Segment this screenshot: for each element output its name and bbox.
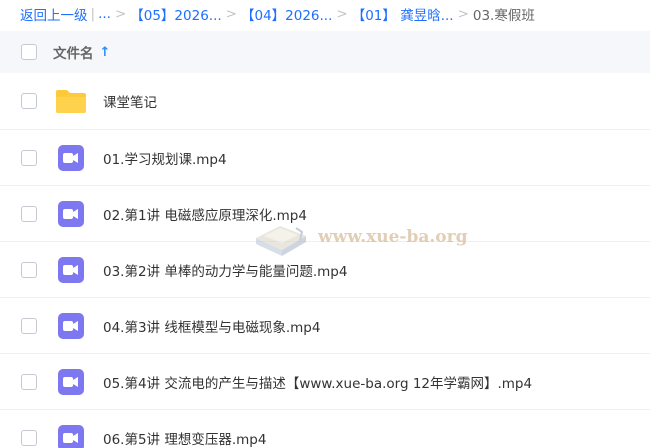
list-item[interactable]: 06.第5讲 理想变压器.mp4 <box>0 410 650 448</box>
video-file-icon <box>58 145 84 171</box>
filename-column-header[interactable]: 文件名 ↑ <box>53 42 111 63</box>
breadcrumb-ellipsis[interactable]: ... <box>98 6 111 22</box>
filename-header-label: 文件名 <box>53 46 94 62</box>
video-file-icon <box>58 257 84 283</box>
video-file-icon <box>58 201 84 227</box>
breadcrumb-item-04[interactable]: 【04】2026... <box>241 4 332 24</box>
breadcrumb-separator: > <box>225 6 237 22</box>
list-item[interactable]: 课堂笔记 <box>0 73 650 130</box>
breadcrumb: 返回上一级 | ... > 【05】2026... > 【04】2026... … <box>0 0 650 28</box>
video-file-icon <box>58 313 84 339</box>
file-name[interactable]: 05.第4讲 交流电的产生与描述【www.xue-ba.org 12年学霸网】.… <box>103 372 532 392</box>
file-list: 课堂笔记 01.学习规划课.mp4 02.第1讲 电磁感应原理深化.mp4 03… <box>0 73 650 448</box>
file-name[interactable]: 02.第1讲 电磁感应原理深化.mp4 <box>103 204 307 224</box>
file-browser: 返回上一级 | ... > 【05】2026... > 【04】2026... … <box>0 0 650 448</box>
breadcrumb-item-05[interactable]: 【05】2026... <box>130 4 221 24</box>
file-name[interactable]: 01.学习规划课.mp4 <box>103 148 227 168</box>
list-item[interactable]: 03.第2讲 单棒的动力学与能量问题.mp4 <box>0 242 650 298</box>
sort-ascending-icon[interactable]: ↑ <box>100 45 111 60</box>
row-checkbox[interactable] <box>21 318 37 334</box>
file-name[interactable]: 03.第2讲 单棒的动力学与能量问题.mp4 <box>103 260 347 280</box>
file-list-header: 文件名 ↑ <box>0 31 650 73</box>
list-item[interactable]: 05.第4讲 交流电的产生与描述【www.xue-ba.org 12年学霸网】.… <box>0 354 650 410</box>
row-checkbox[interactable] <box>21 150 37 166</box>
list-item[interactable]: 01.学习规划课.mp4 <box>0 130 650 186</box>
file-name[interactable]: 课堂笔记 <box>103 91 157 111</box>
row-checkbox[interactable] <box>21 206 37 222</box>
file-name[interactable]: 06.第5讲 理想变压器.mp4 <box>103 428 266 448</box>
list-item[interactable]: 04.第3讲 线框模型与电磁现象.mp4 <box>0 298 650 354</box>
file-name[interactable]: 04.第3讲 线框模型与电磁现象.mp4 <box>103 316 320 336</box>
breadcrumb-separator: > <box>336 6 348 22</box>
video-file-icon <box>58 369 84 395</box>
video-file-icon <box>58 425 84 448</box>
row-checkbox[interactable] <box>21 430 37 446</box>
list-item[interactable]: 02.第1讲 电磁感应原理深化.mp4 <box>0 186 650 242</box>
breadcrumb-current: 03.寒假班 <box>472 8 535 24</box>
breadcrumb-pipe: | <box>90 6 96 22</box>
row-checkbox[interactable] <box>21 262 37 278</box>
back-link[interactable]: 返回上一级 <box>20 4 88 24</box>
row-checkbox[interactable] <box>21 374 37 390</box>
folder-icon <box>56 90 86 113</box>
row-checkbox[interactable] <box>21 93 37 109</box>
breadcrumb-item-01[interactable]: 【01】 龚昱晗... <box>352 4 454 24</box>
select-all-checkbox[interactable] <box>21 44 37 60</box>
breadcrumb-separator: > <box>114 6 127 22</box>
breadcrumb-separator: > <box>457 6 469 22</box>
